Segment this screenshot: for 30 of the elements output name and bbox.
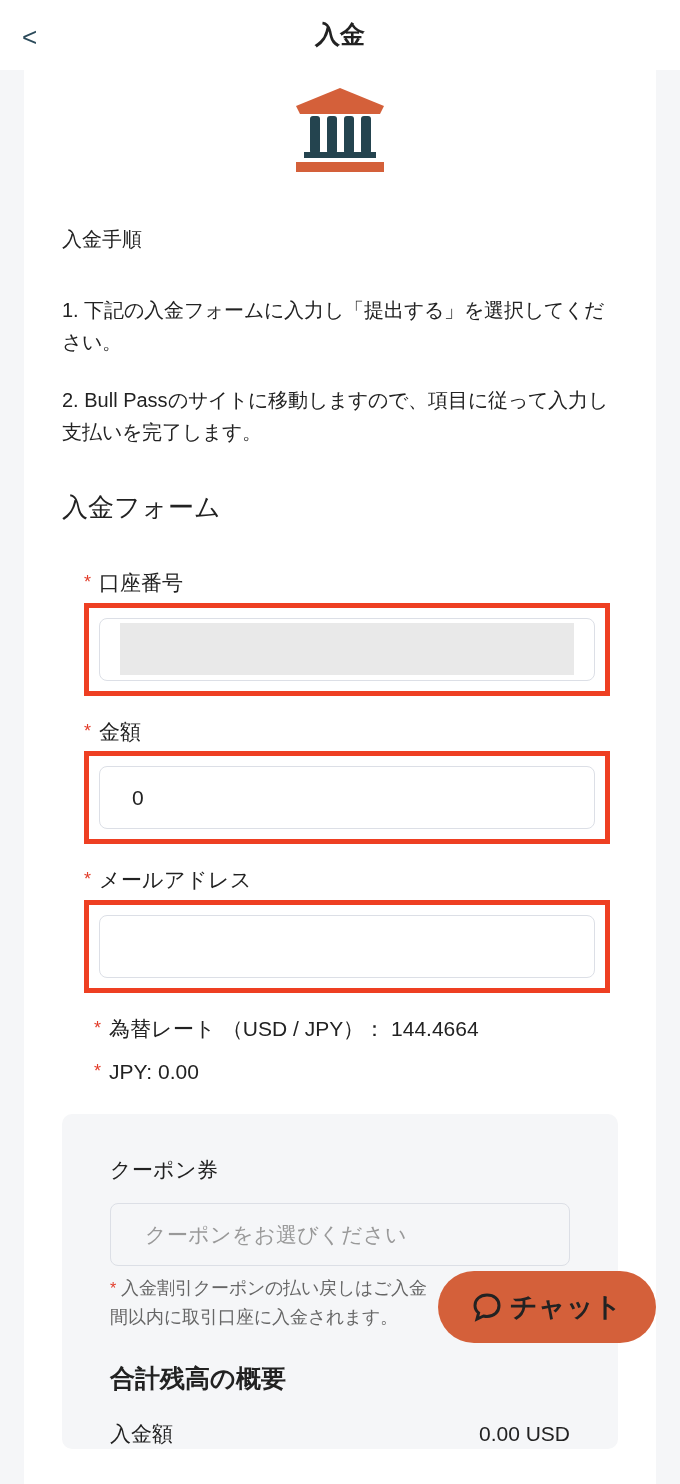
coupon-select[interactable]: クーポンをお選びください (110, 1203, 570, 1266)
required-mark: * (84, 868, 91, 892)
section-title: 入金手順 (62, 227, 143, 252)
back-button[interactable]: < (18, 18, 42, 57)
required-mark: * (84, 571, 91, 595)
input-field[interactable]: 0 (99, 766, 595, 829)
note-text: 入金割引クーポンの払い戻しはご入金 (121, 1277, 428, 1300)
chat-button[interactable]: チャット (438, 1271, 656, 1343)
info-text: JPY: 0.00 (109, 1059, 199, 1085)
required-mark: * (84, 719, 91, 743)
instruction-text: 2. Bull Passのサイトに移動しますので、項目に従って入力し支払いを完了します。 (62, 388, 609, 445)
input-field[interactable] (99, 617, 595, 681)
required-mark: * (110, 1279, 117, 1299)
field-label: メールアドレス (99, 867, 252, 893)
note-text: 間以内に取引口座に入金されます。 (110, 1306, 398, 1329)
instruction-text: 1. 下記の入金フォームに入力し「提出する」を選択してください。 (62, 298, 606, 355)
chat-bubble-icon (472, 1292, 502, 1322)
page-title: 入金 (315, 19, 365, 51)
field-label: 金額 (99, 718, 141, 745)
summary-label: 入金額 (110, 1420, 173, 1447)
field-label: 口座番号 (99, 570, 183, 596)
field-label: クーポン券 (110, 1156, 219, 1183)
form-title: 入金フォーム (62, 491, 222, 524)
input-field[interactable] (99, 914, 595, 978)
info-text: 為替レート （USD / JPY）： 144.4664 (109, 1015, 479, 1042)
required-mark: * (94, 1060, 101, 1084)
summary-value: 0.00 USD (478, 1420, 570, 1447)
required-mark: * (94, 1016, 101, 1040)
summary-title: 合計残高の概要 (110, 1363, 287, 1394)
bank-icon (296, 88, 384, 174)
